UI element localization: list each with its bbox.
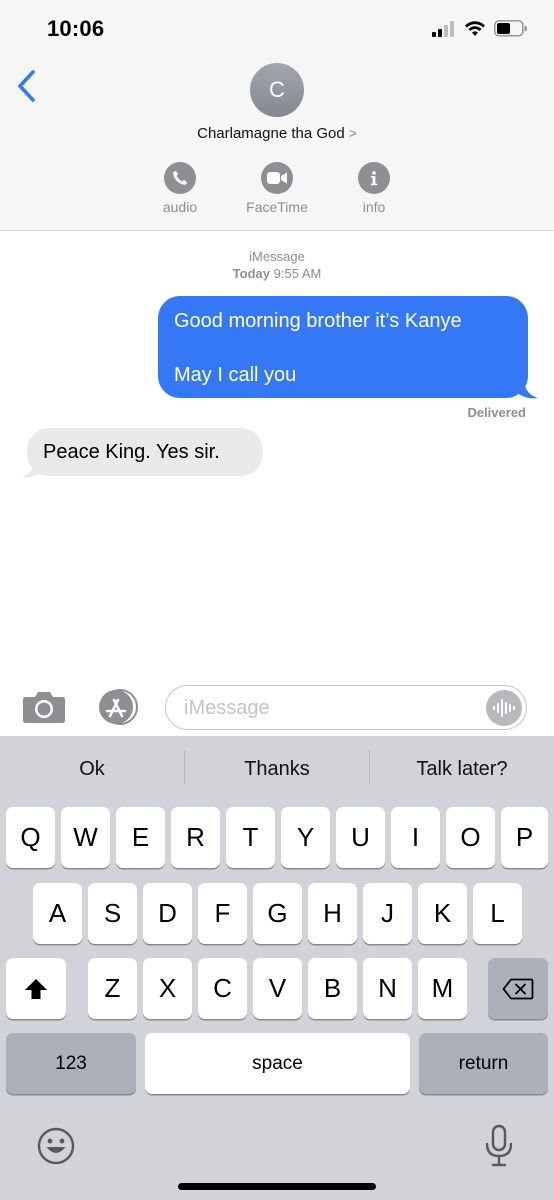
key-n[interactable]: N [363,958,412,1019]
dictation-mic-icon[interactable] [482,1124,516,1168]
shift-key[interactable] [6,958,66,1019]
home-indicator[interactable] [178,1183,376,1190]
video-icon [267,172,287,184]
message-line: May I call you [174,364,297,386]
shift-arrow-icon [25,978,47,999]
thread-service: iMessage [249,249,305,264]
info-icon [371,171,377,186]
message-line: Good morning brother it’s Kanye [174,310,462,332]
key-a[interactable]: A [33,883,82,944]
key-g[interactable]: G [253,883,302,944]
key-h[interactable]: H [308,883,357,944]
key-l[interactable]: L [473,883,522,944]
message-bubble-incoming[interactable]: Peace King. Yes sir. [27,428,263,476]
key-b[interactable]: B [308,958,357,1019]
delete-key[interactable] [488,958,548,1019]
key-f[interactable]: F [198,883,247,944]
key-d[interactable]: D [143,883,192,944]
facetime-button[interactable]: FaceTime [232,162,322,215]
keyboard: Ok Thanks Talk later? Q W E R T Y U I O … [0,736,554,1200]
space-key[interactable]: space [145,1033,410,1094]
key-p[interactable]: P [501,807,548,868]
key-c[interactable]: C [198,958,247,1019]
audio-label: audio [162,199,198,215]
status-icons [432,20,528,37]
key-z[interactable]: Z [88,958,137,1019]
key-w[interactable]: W [61,807,110,868]
conversation-header: 10:06 C Charlamagne tha God > audio Face… [0,0,554,231]
contact-name-row[interactable]: Charlamagne tha God > [0,125,554,142]
back-chevron-icon[interactable] [14,68,42,104]
info-button[interactable]: info [329,162,419,215]
key-k[interactable]: K [418,883,467,944]
key-o[interactable]: O [446,807,495,868]
info-label: info [362,199,386,215]
message-bubble-outgoing[interactable]: Good morning brother it’s Kanye May I ca… [158,296,528,398]
key-i[interactable]: I [391,807,440,868]
wifi-icon [465,20,485,36]
contact-avatar[interactable]: C [250,63,304,117]
key-m[interactable]: M [418,958,467,1019]
delivery-status: Delivered [467,405,526,420]
suggestion-talk-later[interactable]: Talk later? [370,758,554,781]
key-s[interactable]: S [88,883,137,944]
key-r[interactable]: R [171,807,220,868]
thread-time: 9:55 AM [273,266,322,281]
key-j[interactable]: J [363,883,412,944]
delete-backspace-icon [502,978,534,999]
chevron-right-icon: > [348,125,357,141]
message-input-placeholder: iMessage [184,697,270,719]
thread-day: Today [232,266,270,281]
audio-call-button[interactable]: audio [135,162,225,215]
quicktype-bar: Ok Thanks Talk later? [0,736,554,806]
key-y[interactable]: Y [281,807,330,868]
numbers-key[interactable]: 123 [6,1033,136,1094]
waveform-icon [493,699,515,717]
app-store-icon[interactable] [94,689,140,725]
camera-icon[interactable] [22,690,66,724]
facetime-label: FaceTime [246,199,308,215]
key-q[interactable]: Q [6,807,55,868]
message-input[interactable]: iMessage [165,685,527,730]
key-x[interactable]: X [143,958,192,1019]
audio-message-button[interactable] [486,690,522,726]
status-time: 10:06 [47,16,105,41]
battery-icon [494,20,527,37]
phone-icon [173,170,188,185]
key-v[interactable]: V [253,958,302,1019]
contact-name: Charlamagne tha God [197,125,345,142]
signal-icon [432,20,454,37]
emoji-icon[interactable] [36,1126,76,1166]
key-e[interactable]: E [116,807,165,868]
key-t[interactable]: T [226,807,275,868]
suggestion-ok[interactable]: Ok [0,758,184,781]
suggestion-thanks[interactable]: Thanks [185,758,369,781]
thread-timestamp: Today 9:55 AM [0,266,554,281]
key-u[interactable]: U [336,807,385,868]
return-key[interactable]: return [419,1033,548,1094]
